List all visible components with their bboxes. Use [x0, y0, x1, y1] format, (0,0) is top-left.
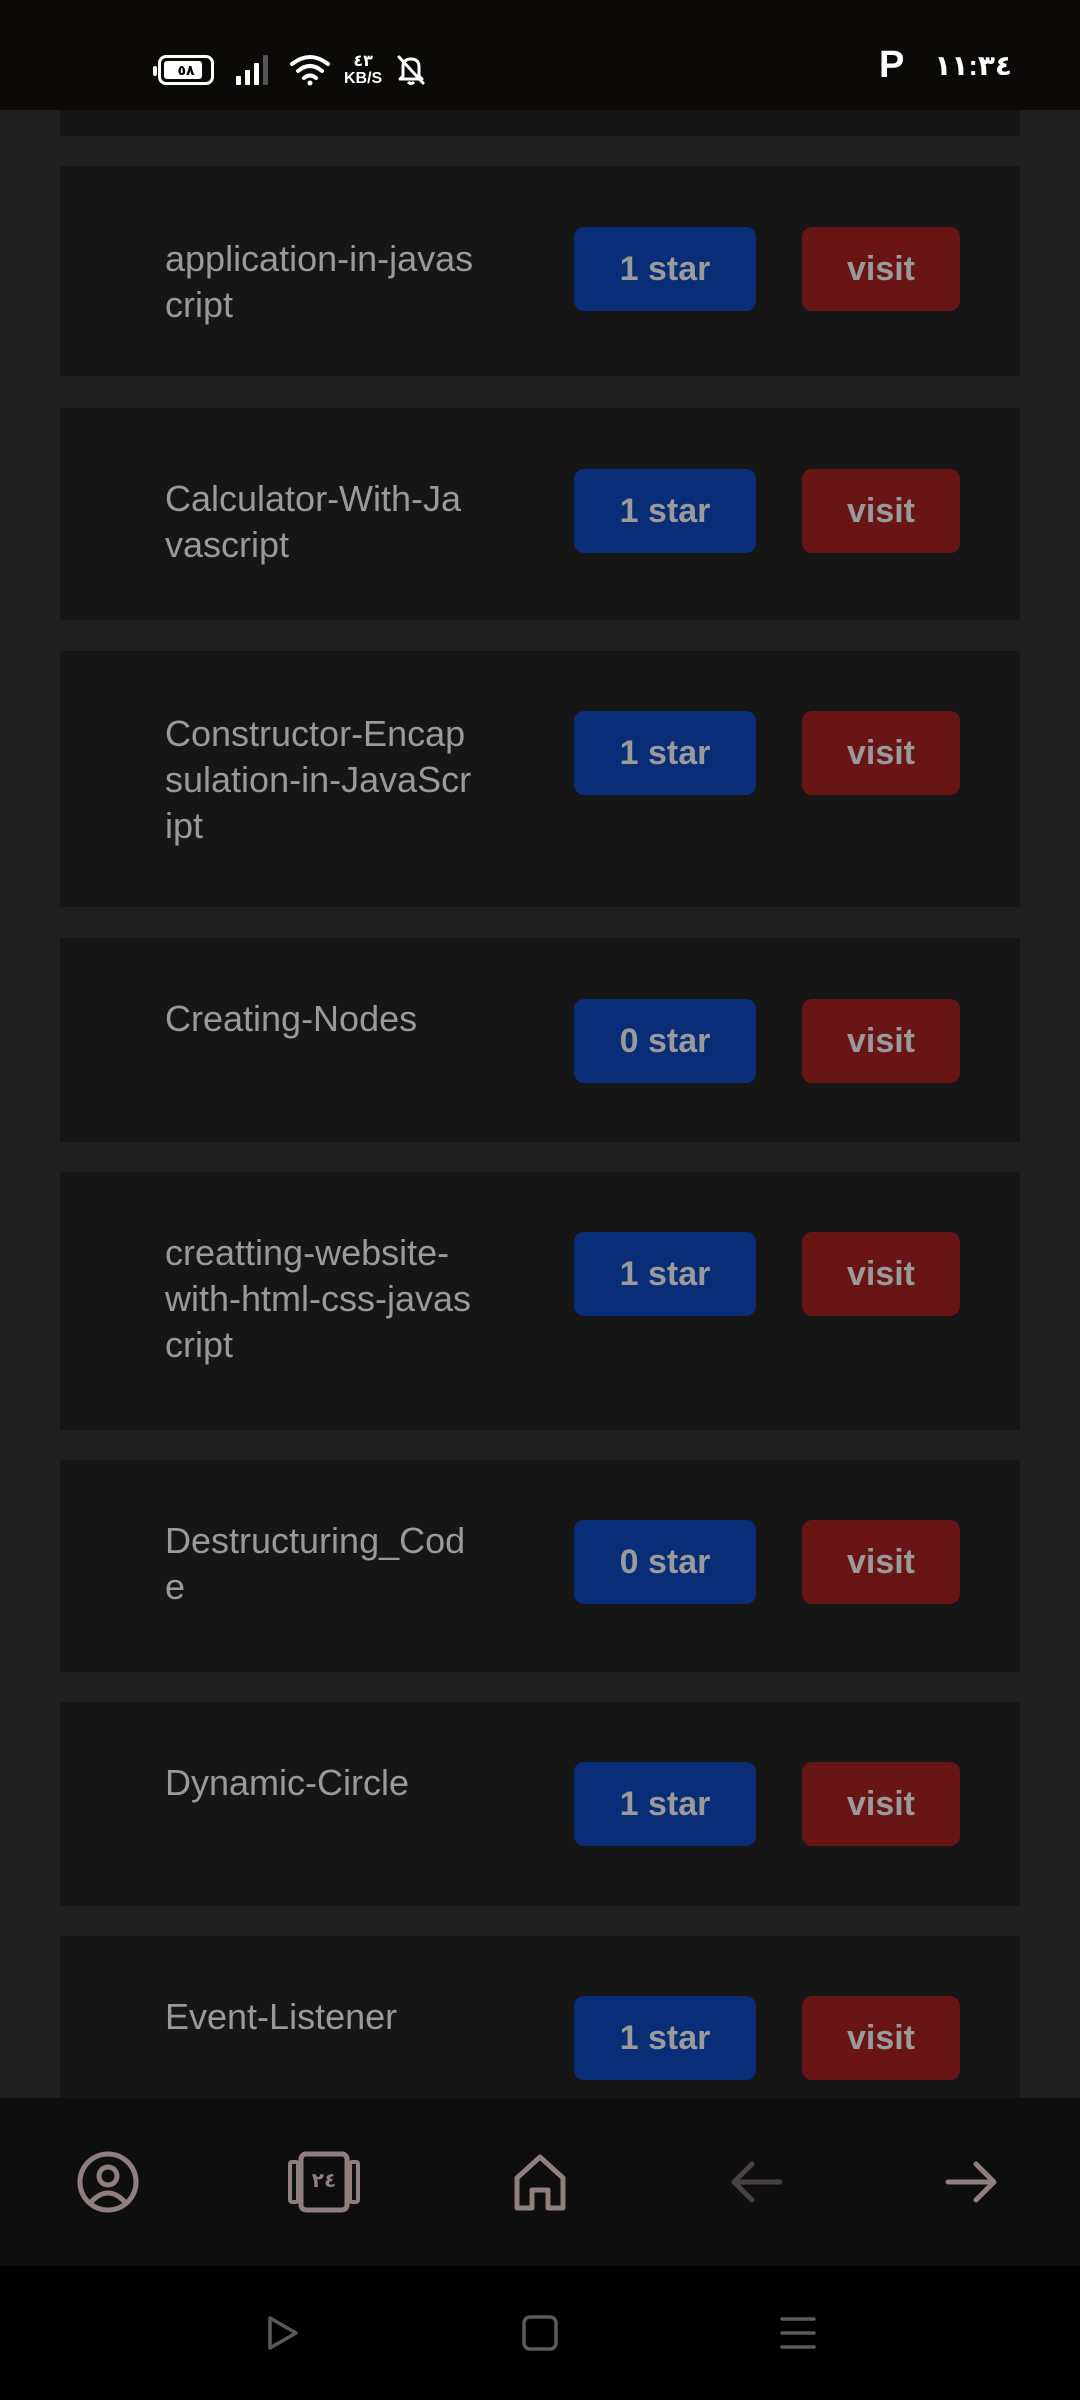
carrier-p-icon: P: [878, 44, 905, 86]
list-item: application-in-javascript 1 star visit: [60, 166, 1020, 376]
repo-name: Creating-Nodes: [165, 998, 418, 1039]
system-recents-button[interactable]: [748, 2266, 848, 2400]
battery-icon: ٥٨: [153, 55, 214, 85]
status-icons-left: ٥٨ ٤٣ KB/S: [153, 50, 426, 90]
tab-count: ٢٤: [311, 2170, 337, 2192]
system-assistant-button[interactable]: [232, 2266, 332, 2400]
list-item: Calculator-With-Javascript 1 star visit: [60, 408, 1020, 620]
profile-icon: [77, 2151, 139, 2213]
visit-button[interactable]: visit: [802, 469, 960, 553]
system-home-button[interactable]: [490, 2266, 590, 2400]
square-icon: [522, 2315, 558, 2351]
repo-name: Destructuring_Code: [165, 1520, 466, 1607]
visit-button[interactable]: visit: [802, 999, 960, 1083]
visit-button[interactable]: visit: [802, 227, 960, 311]
visit-button[interactable]: visit: [802, 1762, 960, 1846]
list-item-partial: [60, 110, 1020, 136]
status-clock: ١١:٣٤: [934, 50, 1012, 81]
home-icon: [514, 2154, 566, 2211]
visit-button[interactable]: visit: [802, 1232, 960, 1316]
list-item: Constructor-Encapsulation-in-JavaScript …: [60, 651, 1020, 907]
home-button[interactable]: [480, 2098, 600, 2266]
repo-name: Constructor-Encapsulation-in-JavaScript: [165, 713, 472, 846]
network-speed-value: ٤٣: [353, 53, 373, 70]
status-bar: ٥٨ ٤٣ KB/S P ١١:٣٤: [0, 0, 1080, 110]
signal-icon: [236, 55, 268, 85]
repo-name: Calculator-With-Javascript: [165, 478, 462, 565]
forward-button[interactable]: [912, 2098, 1032, 2266]
status-icons-right: P ١١:٣٤: [879, 44, 1012, 87]
visit-button[interactable]: visit: [802, 711, 960, 795]
app-bottom-nav: ٢٤: [0, 2098, 1080, 2266]
menu-icon: [780, 2317, 816, 2349]
wifi-icon: [290, 55, 330, 86]
list-item: Destructuring_Code 0 star visit: [60, 1460, 1020, 1672]
visit-button[interactable]: visit: [802, 1996, 960, 2080]
repo-name: creatting-website-with-html-css-javascri…: [165, 1232, 472, 1365]
star-count-button[interactable]: 1 star: [574, 1762, 756, 1846]
star-count-button[interactable]: 1 star: [574, 1232, 756, 1316]
system-nav-bar: [0, 2266, 1080, 2400]
star-count-button[interactable]: 0 star: [574, 999, 756, 1083]
profile-button[interactable]: [48, 2098, 168, 2266]
tabs-button[interactable]: ٢٤: [264, 2098, 384, 2266]
play-icon: [268, 2316, 298, 2350]
list-item: Creating-Nodes 0 star visit: [60, 938, 1020, 1142]
list-item: Event-Listener 1 star visit: [60, 1936, 1020, 2098]
network-speed: ٤٣ KB/S: [344, 53, 382, 87]
repo-name: application-in-javascript: [165, 238, 474, 325]
star-count-button[interactable]: 1 star: [574, 227, 756, 311]
network-speed-unit: KB/S: [344, 70, 383, 87]
visit-button[interactable]: visit: [802, 1520, 960, 1604]
back-arrow-icon: [731, 2161, 783, 2203]
back-button[interactable]: [696, 2098, 816, 2266]
list-item: Dynamic-Circle 1 star visit: [60, 1702, 1020, 1906]
star-count-button[interactable]: 1 star: [574, 469, 756, 553]
list-item: creatting-website-with-html-css-javascri…: [60, 1172, 1020, 1430]
bell-muted-icon: [397, 55, 425, 85]
forward-arrow-icon: [945, 2161, 997, 2203]
repo-list[interactable]: application-in-javascript 1 star visit C…: [0, 110, 1080, 2098]
repo-name: Event-Listener: [165, 1996, 398, 2037]
battery-level: ٥٨: [177, 61, 195, 78]
star-count-button[interactable]: 1 star: [574, 711, 756, 795]
repo-name: Dynamic-Circle: [165, 1762, 410, 1803]
star-count-button[interactable]: 0 star: [574, 1520, 756, 1604]
star-count-button[interactable]: 1 star: [574, 1996, 756, 2080]
